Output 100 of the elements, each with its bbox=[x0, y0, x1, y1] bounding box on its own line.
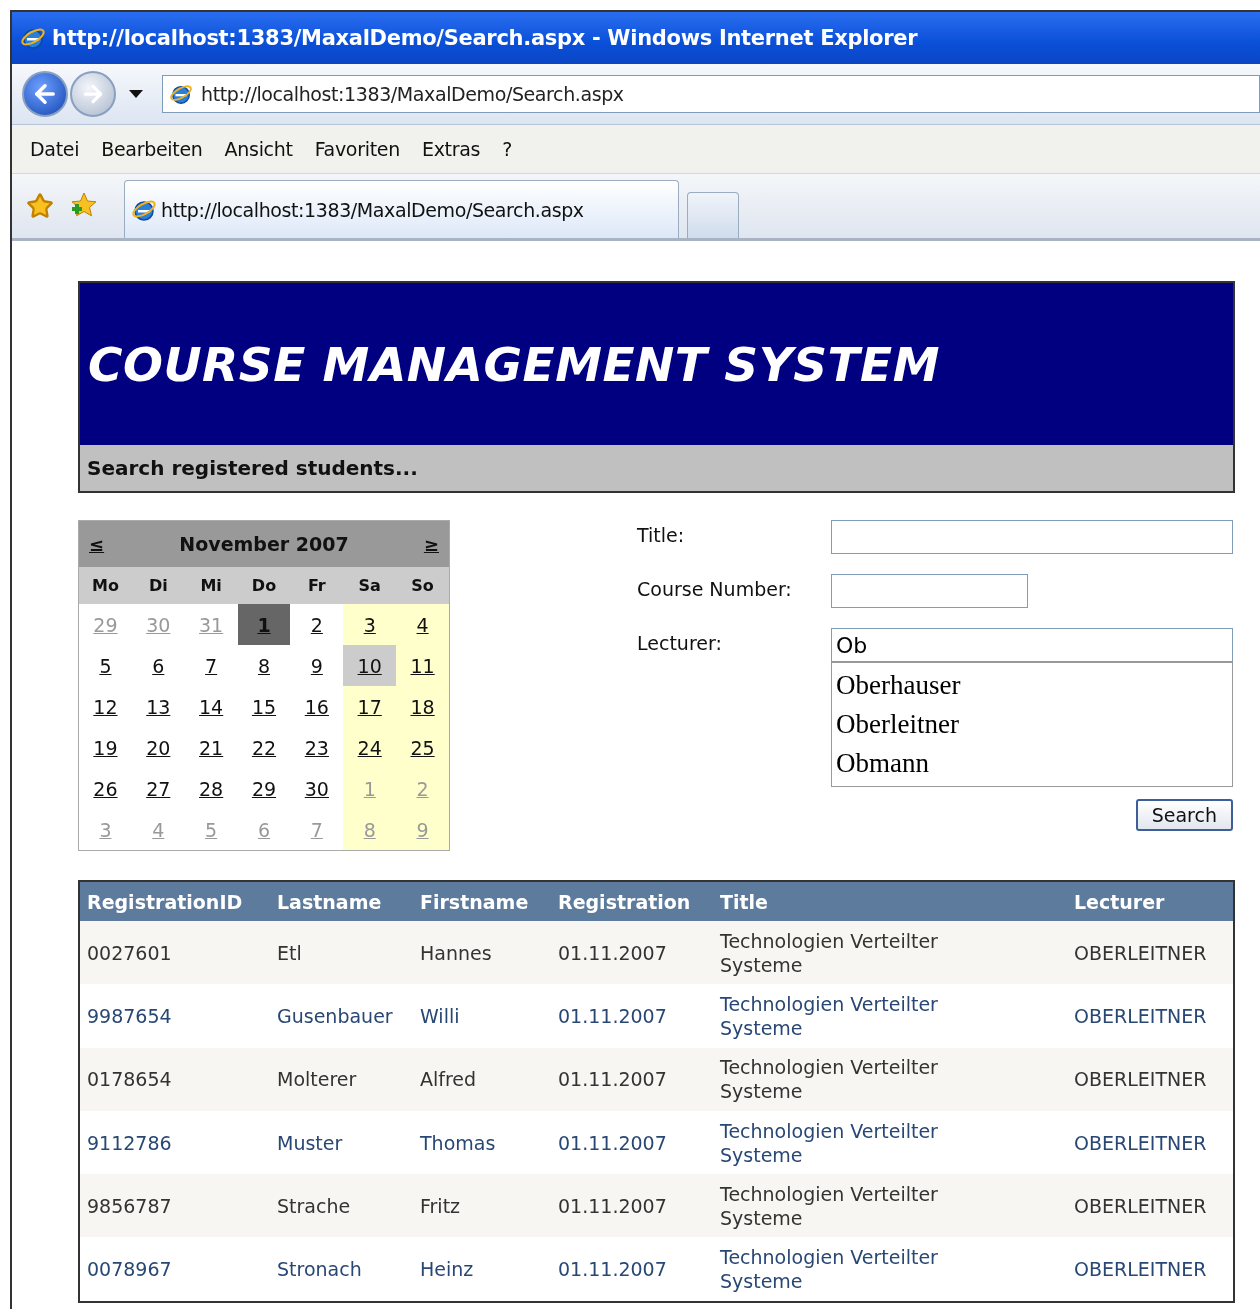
table-cell-text: Thomas bbox=[419, 1130, 497, 1155]
window-title: http://localhost:1383/MaxalDemo/Search.aspx - Windows Internet Explorer bbox=[52, 26, 918, 50]
calendar-day[interactable]: 21 bbox=[184, 727, 238, 768]
calendar-day[interactable]: 22 bbox=[237, 727, 291, 768]
table-cell-text: 9112786 bbox=[86, 1130, 173, 1155]
calendar-day[interactable]: 23 bbox=[290, 727, 344, 768]
calendar-day[interactable]: 27 bbox=[131, 768, 185, 809]
address-field[interactable]: http://localhost:1383/MaxalDemo/Search.aspx bbox=[162, 75, 1260, 113]
calendar-day[interactable]: 26 bbox=[79, 768, 132, 809]
field-label: Title: bbox=[637, 523, 686, 548]
table-cell-text: 01.11.2007 bbox=[557, 1067, 668, 1092]
column-header: Lastname bbox=[276, 890, 383, 913]
calendar-day[interactable]: 16 bbox=[290, 686, 344, 727]
calendar-day[interactable]: 13 bbox=[131, 686, 185, 727]
weekday-label: Sa bbox=[357, 575, 382, 597]
calendar-day[interactable]: 15 bbox=[237, 686, 291, 727]
table-cell-text: OBERLEITNER bbox=[1073, 940, 1208, 965]
menu-item[interactable]: ? bbox=[492, 138, 524, 160]
calendar-day[interactable]: 12 bbox=[79, 686, 132, 727]
menu-item[interactable]: Favoriten bbox=[304, 138, 412, 160]
table-cell-text: Technologien Verteilter Systeme bbox=[719, 1181, 939, 1230]
calendar-day[interactable]: 9 bbox=[290, 645, 344, 686]
table-cell-text: Etl bbox=[276, 940, 303, 965]
field-label: Course Number: bbox=[637, 577, 793, 602]
table-cell-text: Strache bbox=[276, 1193, 352, 1218]
menu-item[interactable]: Datei bbox=[20, 138, 92, 160]
calendar-day[interactable]: 25 bbox=[396, 727, 449, 768]
table-cell-text: Technologien Verteilter Systeme bbox=[719, 1118, 939, 1167]
table-cell-text: OBERLEITNER bbox=[1073, 1130, 1208, 1155]
table-cell-text: Fritz bbox=[419, 1193, 462, 1218]
calendar-day[interactable]: 2 bbox=[290, 604, 344, 645]
table-cell-text: OBERLEITNER bbox=[1073, 1003, 1208, 1028]
column-header: Lecturer bbox=[1073, 890, 1166, 913]
page-subtitle: Search registered students... bbox=[80, 445, 1233, 491]
suggestion-item[interactable]: Oberleitner bbox=[836, 705, 1228, 744]
search-button[interactable]: Search bbox=[1135, 799, 1233, 831]
calendar-day[interactable]: 18 bbox=[396, 686, 449, 727]
table-cell-text: Technologien Verteilter Systeme bbox=[719, 928, 939, 977]
menu-item[interactable]: Extras bbox=[411, 138, 493, 160]
page-title: COURSE MANAGEMENT SYSTEM bbox=[88, 336, 940, 392]
calendar-day[interactable]: 5 bbox=[79, 645, 132, 686]
weekday-label: Di bbox=[147, 575, 169, 597]
new-tab-button[interactable] bbox=[687, 192, 739, 238]
input-field[interactable] bbox=[831, 574, 1028, 608]
column-header: RegistrationID bbox=[86, 890, 244, 913]
calendar-day[interactable]: 19 bbox=[79, 727, 132, 768]
calendar-day[interactable]: 30 bbox=[290, 768, 344, 809]
table-cell-text: Heinz bbox=[419, 1257, 475, 1282]
calendar-day[interactable]: 6 bbox=[131, 645, 185, 686]
back-button[interactable] bbox=[22, 71, 68, 117]
table-cell-text: Stronach bbox=[276, 1257, 363, 1282]
calendar-day[interactable]: 4 bbox=[396, 604, 449, 645]
table-cell-text: Willi bbox=[419, 1003, 461, 1028]
column-header: Title bbox=[719, 890, 769, 913]
table-cell-text: 0078967 bbox=[86, 1257, 173, 1282]
weekday-label: Do bbox=[250, 575, 278, 597]
table-cell-text: 01.11.2007 bbox=[557, 1003, 668, 1028]
table-cell-text: OBERLEITNER bbox=[1073, 1257, 1208, 1282]
table-cell-text: 01.11.2007 bbox=[557, 1130, 668, 1155]
calendar-day[interactable]: 29 bbox=[237, 768, 291, 809]
table-cell-text: 01.11.2007 bbox=[557, 1257, 668, 1282]
suggestion-item[interactable]: Oberhauser bbox=[836, 666, 1228, 705]
calendar-day[interactable]: 10 bbox=[343, 645, 397, 686]
forward-button[interactable] bbox=[70, 71, 116, 117]
calendar-day[interactable]: 24 bbox=[343, 727, 397, 768]
calendar-day[interactable]: 7 bbox=[184, 645, 238, 686]
table-cell-text: Technologien Verteilter Systeme bbox=[719, 1055, 939, 1104]
previous-month-link[interactable]: ≤ bbox=[89, 533, 105, 555]
calendar-day[interactable]: 20 bbox=[131, 727, 185, 768]
weekday-label: Mi bbox=[199, 575, 223, 597]
weekday-label: So bbox=[410, 575, 435, 597]
browser-tab[interactable]: http://localhost:1383/MaxalDemo/Search.aspx bbox=[124, 180, 679, 238]
weekday-label: Mo bbox=[90, 575, 120, 597]
weekday-label: Fr bbox=[306, 575, 327, 597]
table-cell-text: Molterer bbox=[276, 1067, 358, 1092]
calendar-day[interactable]: 8 bbox=[237, 645, 291, 686]
input-field[interactable] bbox=[831, 520, 1233, 554]
table-cell-text: Technologien Verteilter Systeme bbox=[719, 1245, 939, 1294]
calendar-day[interactable]: 14 bbox=[184, 686, 238, 727]
table-cell-text: 0027601 bbox=[86, 940, 173, 965]
table-cell-text: 01.11.2007 bbox=[557, 1193, 668, 1218]
browser-icon bbox=[169, 82, 193, 106]
suggestion-item[interactable]: Obmann bbox=[836, 744, 1228, 783]
menu-item[interactable]: Ansicht bbox=[214, 138, 305, 160]
input-field[interactable]: Ob bbox=[831, 628, 1233, 662]
table-cell-text: OBERLEITNER bbox=[1073, 1067, 1208, 1092]
table-cell-text: Alfred bbox=[419, 1067, 478, 1092]
calendar-day[interactable]: 28 bbox=[184, 768, 238, 809]
table-cell-text: Muster bbox=[276, 1130, 344, 1155]
menu-item[interactable]: Bearbeiten bbox=[91, 138, 215, 160]
caret-icon bbox=[129, 90, 143, 98]
table-cell-text: Hannes bbox=[419, 940, 493, 965]
column-header: Registration bbox=[557, 890, 692, 913]
next-month-link[interactable]: ≥ bbox=[423, 533, 439, 555]
column-header: Firstname bbox=[419, 890, 530, 913]
table-cell-text: OBERLEITNER bbox=[1073, 1193, 1208, 1218]
calendar-day[interactable]: 3 bbox=[343, 604, 397, 645]
calendar-day[interactable]: 17 bbox=[343, 686, 397, 727]
table-cell-text: 0178654 bbox=[86, 1067, 173, 1092]
calendar-day[interactable]: 11 bbox=[396, 645, 449, 686]
